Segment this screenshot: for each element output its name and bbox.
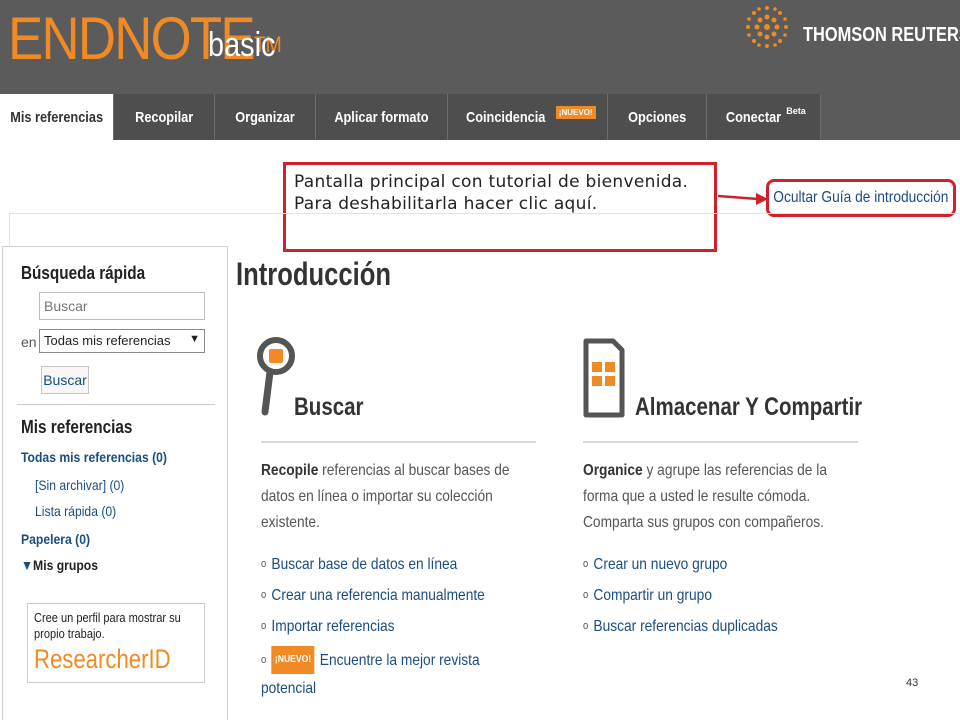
list-item[interactable]: o Crear un nuevo grupo [583, 556, 778, 587]
hide-guide-link[interactable]: Ocultar Guía de introducción [766, 179, 956, 217]
expand-triangle-icon: ▼ [21, 557, 34, 573]
content-frame-border [9, 213, 10, 247]
link-share-group[interactable]: Compartir un grupo [593, 587, 712, 604]
logo-basic-text: basic [208, 26, 276, 64]
tab-recopilar[interactable]: Recopilar [114, 94, 215, 140]
search-button-label: Buscar [43, 372, 87, 388]
page-title: Introducción [236, 256, 392, 292]
store-links-list: o Crear un nuevo grupo o Compartir un grup… [583, 556, 809, 649]
sidebar-divider [17, 404, 215, 405]
bullet-icon: o [261, 558, 267, 570]
tab-conectar[interactable]: Conectar Beta [707, 94, 821, 140]
bullet-icon: o [261, 620, 267, 632]
partner-name: THOMSON REUTERS [803, 24, 960, 46]
thomson-reuters-dots-icon [746, 6, 788, 48]
tab-mis-referencias[interactable]: Mis referencias [0, 94, 114, 140]
bullet-icon: o [583, 558, 589, 570]
list-item[interactable]: o ¡NUEVO! Encuentre la mejor revista potenc… [261, 646, 485, 701]
tab-label: Aplicar formato [334, 108, 429, 126]
section-divider [583, 441, 858, 443]
beta-superscript: Beta [786, 106, 806, 116]
new-badge: ¡NUEVO! [555, 105, 596, 119]
magnifier-icon [257, 337, 295, 416]
search-section-title: Buscar [294, 393, 364, 421]
my-references-title: Mis referencias [21, 417, 133, 437]
list-item[interactable]: o Buscar base de datos en línea [261, 556, 485, 587]
main-nav: Mis referencias Recopilar Organizar Apli… [0, 94, 960, 140]
content-frame-border [9, 213, 960, 214]
page-number: 43 [906, 677, 919, 689]
list-item[interactable]: o Crear una referencia manualmente [261, 587, 485, 618]
link-create-group[interactable]: Crear un nuevo grupo [593, 556, 727, 573]
link-search-online-db[interactable]: Buscar base de datos en línea [271, 556, 457, 573]
list-item[interactable]: o Compartir un grupo [583, 587, 778, 618]
link-find-journal[interactable]: Encuentre la mejor revista [320, 652, 480, 669]
link-create-reference[interactable]: Crear una referencia manualmente [271, 587, 484, 604]
tab-label: Organizar [235, 108, 295, 126]
tab-label: Recopilar [134, 108, 194, 126]
tab-opciones[interactable]: Opciones [608, 94, 707, 140]
bullet-icon: o [261, 589, 267, 601]
desc-bold: Organice [583, 462, 643, 479]
list-item[interactable]: o Buscar referencias duplicadas [583, 618, 778, 649]
link-import-references[interactable]: Importar referencias [271, 618, 394, 635]
app-header: ENDNOTETM basic THOMSON REUTERS® [0, 0, 960, 94]
scope-label: en [21, 334, 37, 350]
section-divider [261, 441, 536, 443]
tab-aplicar-formato[interactable]: Aplicar formato [316, 94, 448, 140]
tab-label: Conectar [726, 108, 782, 126]
document-icon [583, 338, 625, 418]
tutorial-callout: Pantalla principal con tutorial de bienv… [283, 162, 717, 252]
tab-organizar[interactable]: Organizar [215, 94, 316, 140]
tab-label: Mis referencias [10, 108, 103, 126]
callout-arrow-icon [718, 193, 768, 205]
tab-label: Opciones [627, 108, 687, 126]
quick-list-link[interactable]: Lista rápida (0) [35, 503, 116, 519]
hide-guide-label: Ocultar Guía de introducción [773, 189, 949, 206]
my-groups-label: Mis grupos [33, 557, 99, 573]
thomson-reuters-wordmark: THOMSON REUTERS® [803, 24, 960, 47]
nav-filler [821, 94, 960, 140]
search-scope-select[interactable]: Todas mis referencias ▼ [39, 329, 205, 353]
my-groups-toggle[interactable]: ▼Mis grupos [21, 557, 98, 573]
sidebar: Búsqueda rápida en Todas mis referencias… [2, 246, 228, 720]
researcherid-logo: ResearcherID [34, 644, 171, 674]
dropdown-caret-icon: ▼ [189, 333, 200, 345]
tab-coincidencia[interactable]: Coincidencia ¡NUEVO! [448, 94, 608, 140]
quick-search-button[interactable]: Buscar [41, 366, 89, 394]
link-find-duplicates[interactable]: Buscar referencias duplicadas [593, 618, 777, 635]
bullet-icon: o [583, 589, 589, 601]
store-section-title: Almacenar Y Compartir [635, 393, 863, 421]
callout-text: Pantalla principal con tutorial de bienv… [294, 172, 689, 214]
researcherid-text: Cree un perfil para mostrar su propio tr… [34, 610, 181, 641]
tab-label: Coincidencia [466, 108, 546, 126]
quick-search-title: Búsqueda rápida [21, 263, 146, 283]
store-section-description: Organice y agrupe las referencias de la … [583, 458, 841, 536]
trash-link[interactable]: Papelera (0) [21, 531, 90, 547]
desc-bold: Recopile [261, 462, 319, 479]
researcherid-promo[interactable]: Cree un perfil para mostrar su propio tr… [27, 603, 205, 683]
unfiled-link[interactable]: [Sin archivar] (0) [35, 477, 124, 493]
all-references-link[interactable]: Todas mis referencias (0) [21, 449, 167, 465]
new-badge: ¡NUEVO! [271, 646, 315, 674]
bullet-icon: o [583, 620, 589, 632]
search-section-description: Recopile referencias al buscar bases de … [261, 458, 519, 536]
bullet-icon: o [261, 654, 267, 666]
link-find-journal-cont[interactable]: potencial [261, 680, 316, 697]
scope-selected-value: Todas mis referencias [44, 333, 171, 348]
search-links-list: o Buscar base de datos en línea o Crear un… [261, 556, 521, 701]
list-item[interactable]: o Importar referencias [261, 618, 485, 649]
quick-search-input[interactable] [39, 292, 205, 320]
